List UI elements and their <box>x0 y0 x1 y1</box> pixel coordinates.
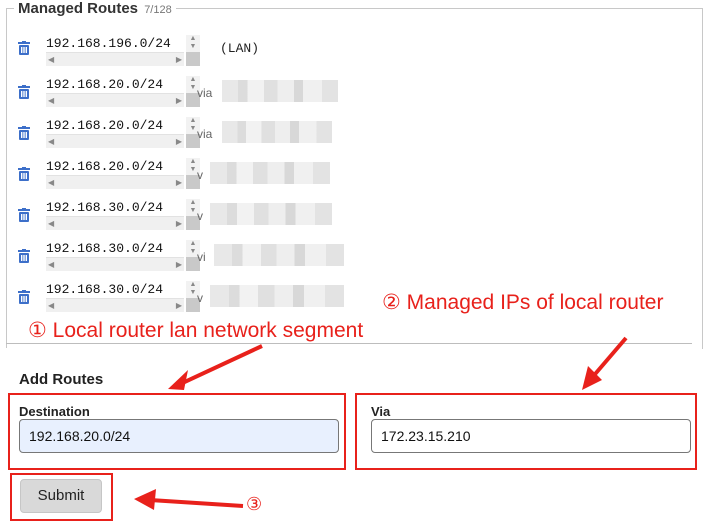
arrow-to-via <box>582 336 628 390</box>
annotation-arrows <box>134 336 628 510</box>
arrow-to-destination <box>168 344 263 390</box>
arrow-to-submit <box>134 489 244 510</box>
